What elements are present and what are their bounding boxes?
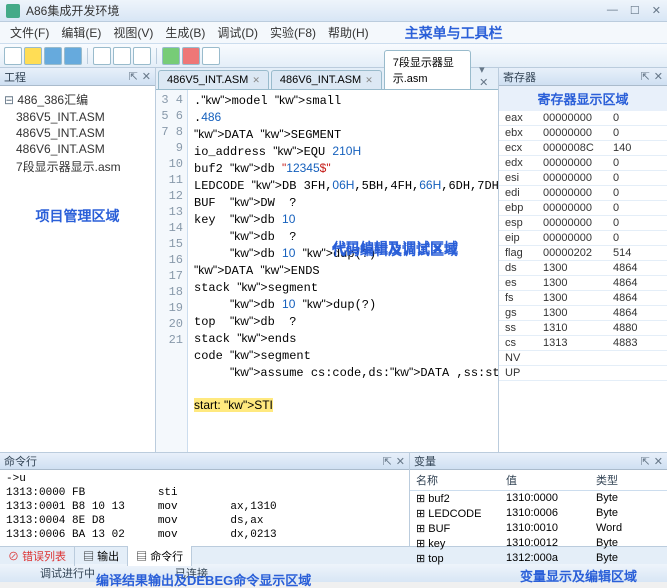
register-row[interactable]: NV	[499, 351, 667, 366]
tb-saveall-icon[interactable]	[64, 47, 82, 65]
register-row[interactable]: flag00000202514	[499, 246, 667, 261]
line-gutter: 3 4 5 6 7 8 9 10 11 12 13 14 15 16 17 18…	[156, 90, 188, 452]
variable-row[interactable]: ⊞ key1310:0012Byte	[410, 536, 667, 551]
register-row[interactable]: ss13104880	[499, 321, 667, 336]
tb-run-icon[interactable]	[162, 47, 180, 65]
pin-icon[interactable]: ⇱	[641, 455, 650, 468]
register-table[interactable]: eax000000000ebx000000000ecx0000008C140ed…	[499, 111, 667, 452]
register-panel-title: 寄存器	[503, 69, 536, 85]
tree-item[interactable]: 7段显示器显示.asm	[2, 157, 153, 176]
var-area-label: 变量显示及编辑区域	[410, 566, 667, 585]
command-panel-title: 命令行	[4, 453, 37, 469]
variable-list[interactable]: ⊞ buf21310:0000Byte⊞ LEDCODE1310:0006Byt…	[410, 491, 667, 566]
variable-header: 名称 值 类型	[410, 470, 667, 491]
project-tree[interactable]: 486_386汇编 386V5_INT.ASM 486V5_INT.ASM 48…	[0, 86, 155, 452]
register-row[interactable]: ebx000000000	[499, 126, 667, 141]
variable-row[interactable]: ⊞ buf21310:0000Byte	[410, 491, 667, 506]
title-bar: A86集成开发环境 — ☐ ✕	[0, 0, 667, 22]
project-panel-title: 工程	[4, 69, 26, 85]
register-row[interactable]: eax000000000	[499, 111, 667, 126]
cmd-area-label: 编译结果输出及DEBEG命令显示区域	[96, 574, 311, 588]
tree-item[interactable]: 386V5_INT.ASM	[2, 109, 153, 125]
variable-row[interactable]: ⊞ LEDCODE1310:0006Byte	[410, 506, 667, 521]
register-row[interactable]: ecx0000008C140	[499, 141, 667, 156]
command-panel: 命令行⇱✕ ->u 1313:0000 FB sti 1313:0001 B8 …	[0, 453, 410, 546]
close-panel-icon[interactable]: ✕	[142, 70, 151, 83]
project-panel: 工程 ⇱ ✕ 486_386汇编 386V5_INT.ASM 486V5_INT.A…	[0, 68, 156, 452]
variable-row[interactable]: ⊞ BUF1310:0010Word	[410, 521, 667, 536]
command-output[interactable]: ->u 1313:0000 FB sti 1313:0001 B8 10 13 …	[0, 470, 409, 572]
register-row[interactable]: ds13004864	[499, 261, 667, 276]
separator	[87, 48, 88, 64]
register-row[interactable]: edx000000000	[499, 156, 667, 171]
variable-panel-title: 变量	[414, 453, 436, 469]
close-panel-icon[interactable]: ✕	[396, 455, 405, 468]
register-row[interactable]: fs13004864	[499, 291, 667, 306]
tb-step-icon[interactable]	[202, 47, 220, 65]
menu-view[interactable]: 视图(V)	[107, 24, 159, 41]
tab-close-icon[interactable]: ✕	[365, 75, 373, 86]
register-row[interactable]: gs13004864	[499, 306, 667, 321]
tab-close-icon[interactable]: ✕	[252, 75, 260, 86]
menu-build[interactable]: 生成(B)	[159, 24, 211, 41]
pin-icon[interactable]: ⇱	[383, 455, 392, 468]
register-area-label: 寄存器显示区域	[499, 86, 667, 111]
tree-root[interactable]: 486_386汇编	[2, 90, 153, 109]
register-row[interactable]: UP	[499, 366, 667, 381]
tab-file[interactable]: 486V6_INT.ASM✕	[271, 70, 382, 89]
tree-item[interactable]: 486V6_INT.ASM	[2, 141, 153, 157]
tb-paste-icon[interactable]	[133, 47, 151, 65]
maximize-icon[interactable]: ☐	[630, 4, 640, 17]
code-editor[interactable]: 3 4 5 6 7 8 9 10 11 12 13 14 15 16 17 18…	[156, 90, 498, 452]
center-area-label: 代码编辑及调试区域	[332, 240, 458, 260]
tb-copy-icon[interactable]	[113, 47, 131, 65]
register-row[interactable]: eip000000000	[499, 231, 667, 246]
app-title: A86集成开发环境	[26, 2, 607, 19]
tab-file-active[interactable]: 7段显示器显示.asm	[384, 50, 471, 89]
register-panel: 寄存器 ⇱ ✕ 寄存器显示区域 eax000000000ebx000000000ec…	[499, 68, 667, 452]
menu-bar: 文件(F) 编辑(E) 视图(V) 生成(B) 调试(D) 实验(F8) 帮助(…	[0, 22, 667, 44]
source-text[interactable]: ."kw">model "kw">small .486 "kw">DATA "k…	[188, 90, 498, 452]
left-area-label: 项目管理区域	[2, 176, 153, 256]
register-row[interactable]: ebp000000000	[499, 201, 667, 216]
toolbar	[0, 44, 667, 68]
minimize-icon[interactable]: —	[607, 4, 618, 17]
close-panel-icon[interactable]: ✕	[654, 70, 663, 83]
tb-stop-icon[interactable]	[182, 47, 200, 65]
menu-exp[interactable]: 实验(F8)	[264, 24, 322, 41]
tb-new-icon[interactable]	[4, 47, 22, 65]
register-row[interactable]: cs13134883	[499, 336, 667, 351]
register-row[interactable]: esi000000000	[499, 171, 667, 186]
variable-panel: 变量 ⇱ ✕ 名称 值 类型 ⊞ buf21310:0000Byte⊞ LEDCOD…	[410, 453, 667, 546]
editor-panel: 486V5_INT.ASM✕ 486V6_INT.ASM✕ 7段显示器显示.as…	[156, 68, 499, 452]
menu-file[interactable]: 文件(F)	[4, 24, 55, 41]
pin-icon[interactable]: ⇱	[129, 70, 138, 83]
pin-icon[interactable]: ⇱	[641, 70, 650, 83]
register-row[interactable]: es13004864	[499, 276, 667, 291]
menu-help[interactable]: 帮助(H)	[322, 24, 375, 41]
close-icon[interactable]: ✕	[652, 4, 661, 17]
tab-dropdown-icon[interactable]: ▾ ✕	[473, 63, 498, 89]
register-row[interactable]: esp000000000	[499, 216, 667, 231]
tab-file[interactable]: 486V5_INT.ASM✕	[158, 70, 269, 89]
app-icon	[6, 4, 20, 18]
editor-tabs: 486V5_INT.ASM✕ 486V6_INT.ASM✕ 7段显示器显示.as…	[156, 68, 498, 90]
menu-label: 主菜单与工具栏	[405, 23, 503, 43]
tb-save-icon[interactable]	[44, 47, 62, 65]
separator	[156, 48, 157, 64]
menu-edit[interactable]: 编辑(E)	[55, 24, 107, 41]
close-panel-icon[interactable]: ✕	[654, 455, 663, 468]
tree-item[interactable]: 486V5_INT.ASM	[2, 125, 153, 141]
menu-debug[interactable]: 调试(D)	[211, 24, 264, 41]
tb-cut-icon[interactable]	[93, 47, 111, 65]
tb-open-icon[interactable]	[24, 47, 42, 65]
register-row[interactable]: edi000000000	[499, 186, 667, 201]
